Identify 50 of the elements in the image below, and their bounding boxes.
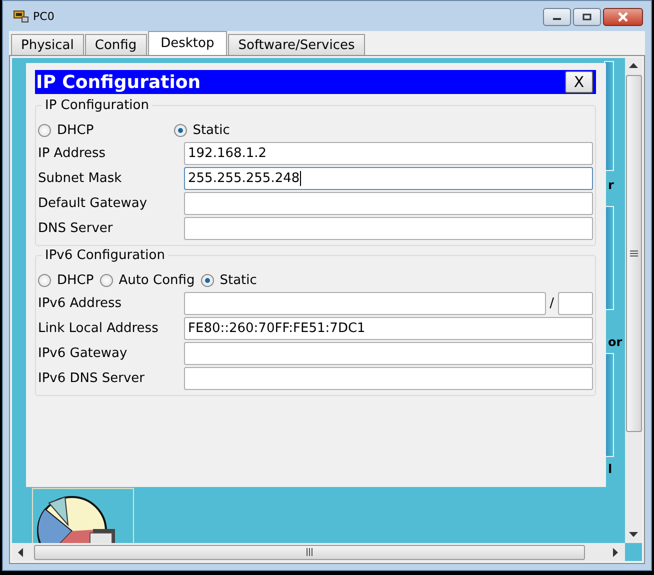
computer-icon — [13, 9, 29, 23]
tab[interactable]: Physical — [11, 34, 84, 55]
scroll-left-icon[interactable] — [18, 548, 24, 556]
horizontal-scrollbar[interactable] — [12, 543, 625, 561]
group-legend: IPv6 Configuration — [42, 248, 168, 263]
field-label: Default Gateway — [38, 196, 148, 211]
scroll-up-icon[interactable] — [629, 63, 638, 69]
radio-button[interactable]: DHCP — [38, 122, 94, 138]
radio-button[interactable]: Static — [200, 272, 257, 288]
grip-icon[interactable] — [630, 250, 638, 257]
input-field[interactable] — [184, 367, 593, 390]
vertical-scrollbar[interactable] — [625, 58, 642, 543]
scrollbar-corner — [625, 543, 642, 561]
maximize-icon — [582, 13, 592, 21]
label-fragment: or — [608, 335, 622, 349]
field-label: Subnet Mask — [38, 171, 123, 186]
close-button[interactable]: X — [565, 71, 593, 93]
input-field[interactable]: FE80::260:70FF:FE51:7DC1 — [184, 317, 593, 340]
close-button[interactable] — [603, 8, 643, 26]
input-field[interactable] — [184, 217, 593, 240]
grip-icon[interactable] — [306, 548, 313, 556]
label-fragment: r — [608, 178, 614, 192]
close-icon — [617, 12, 629, 22]
tab[interactable]: Desktop — [148, 31, 228, 55]
input-field[interactable]: 192.168.1.2 — [184, 142, 593, 165]
radio-button[interactable]: Static — [174, 122, 230, 138]
tab[interactable]: Software/Services — [228, 34, 365, 55]
input-field[interactable] — [184, 342, 593, 365]
field-label: Link Local Address — [38, 321, 160, 336]
radio-button[interactable]: DHCP — [38, 272, 94, 288]
separator-label: / — [550, 296, 554, 311]
dialog-title: IP Configuration — [36, 72, 201, 92]
maximize-button[interactable] — [573, 8, 601, 26]
minimize-button[interactable] — [543, 8, 571, 26]
label-fragment: l — [608, 462, 612, 476]
input-field[interactable]: 255.255.255.248 — [184, 167, 593, 190]
field-label: IP Address — [38, 146, 107, 161]
field-label: IPv6 Gateway — [38, 346, 128, 361]
group-legend: IP Configuration — [42, 98, 152, 113]
prefix-field[interactable] — [558, 292, 593, 315]
tab[interactable]: Config — [84, 34, 147, 55]
radio-button[interactable]: Auto Config — [100, 272, 195, 288]
scroll-right-icon[interactable] — [613, 548, 619, 556]
window-title: PC0 — [33, 10, 54, 22]
field-label: DNS Server — [38, 221, 114, 236]
scroll-down-icon[interactable] — [629, 532, 638, 538]
field-label: IPv6 Address — [38, 296, 123, 311]
input-field[interactable] — [184, 292, 546, 315]
field-label: IPv6 DNS Server — [38, 371, 146, 386]
input-field[interactable] — [184, 192, 593, 215]
